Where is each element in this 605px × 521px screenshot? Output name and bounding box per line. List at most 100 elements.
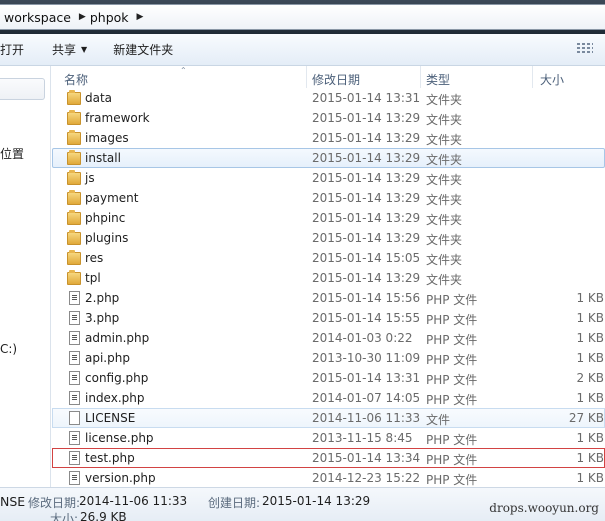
folder-icon (67, 230, 81, 245)
file-modified-date: 2015-01-14 13:31 (312, 371, 421, 385)
file-size: 2 KB (576, 371, 604, 385)
file-modified-date: 2015-01-14 13:29 (312, 231, 421, 245)
details-modified-label: 修改日期: (28, 496, 81, 510)
file-size: 1 KB (576, 311, 604, 325)
column-header-date[interactable]: 修改日期 (312, 71, 360, 88)
php-file-icon (69, 351, 80, 365)
file-row[interactable]: 2.php 2015-01-14 15:56 PHP 文件 1 KB (52, 288, 605, 308)
file-row[interactable]: install 2015-01-14 13:29 文件夹 (52, 148, 605, 168)
new-folder-button[interactable]: 新建文件夹 (95, 41, 181, 58)
file-row[interactable]: payment 2015-01-14 13:29 文件夹 (52, 188, 605, 208)
file-row[interactable]: version.php 2014-12-23 15:22 PHP 文件 1 KB (52, 468, 605, 488)
file-row[interactable]: res 2015-01-14 15:05 文件夹 (52, 248, 605, 268)
column-header-size[interactable]: 大小 (540, 71, 564, 88)
details-created-label: 创建日期: (208, 496, 261, 510)
file-row[interactable]: license.php 2013-11-15 8:45 PHP 文件 1 KB (52, 428, 605, 448)
column-divider[interactable] (306, 66, 307, 88)
file-row[interactable]: test.php 2015-01-14 13:34 PHP 文件 1 KB (52, 448, 605, 468)
file-type: PHP 文件 (426, 373, 478, 387)
share-button-label: 共享 (52, 43, 77, 57)
folder-icon (67, 110, 81, 125)
file-row[interactable]: config.php 2015-01-14 13:31 PHP 文件 2 KB (52, 368, 605, 388)
nav-item-drive-c[interactable]: C:) (0, 342, 17, 356)
file-size: 1 KB (576, 431, 604, 445)
file-name: 2.php (85, 291, 120, 305)
file-name: payment (85, 191, 139, 205)
column-divider[interactable] (532, 66, 533, 88)
php-file-icon (69, 391, 80, 405)
file-name: api.php (85, 351, 130, 365)
file-row[interactable]: index.php 2014-01-07 14:05 PHP 文件 1 KB (52, 388, 605, 408)
folder-icon (67, 90, 81, 105)
folder-icon (67, 270, 81, 285)
file-modified-date: 2015-01-14 15:56 (312, 291, 421, 305)
file-type: PHP 文件 (426, 433, 478, 447)
file-row[interactable]: phpinc 2015-01-14 13:29 文件夹 (52, 208, 605, 228)
breadcrumb-workspace[interactable]: workspace ▶ (2, 5, 88, 29)
file-modified-date: 2014-01-03 0:22 (312, 331, 413, 345)
file-type: 文件夹 (426, 253, 463, 267)
address-bar-frame: workspace ▶ phpok ▶ (0, 0, 605, 34)
file-modified-date: 2014-01-07 14:05 (312, 391, 421, 405)
file-name: index.php (85, 391, 145, 405)
file-name: plugins (85, 231, 129, 245)
php-file-icon (69, 371, 80, 385)
file-type: PHP 文件 (426, 453, 478, 467)
file-size: 1 KB (576, 351, 604, 365)
folder-icon (67, 150, 81, 165)
column-divider[interactable] (420, 66, 421, 88)
watermark: drops.wooyun.org (489, 501, 599, 515)
chevron-right-icon[interactable]: ▶ (137, 12, 144, 22)
file-name: version.php (85, 471, 156, 485)
details-modified-value: 2014-11-06 11:33 (79, 494, 188, 508)
file-name: js (85, 171, 95, 185)
new-folder-button-label: 新建文件夹 (113, 43, 174, 57)
details-pane: NSE 修改日期: 2014-11-06 11:33 创建日期: 2015-01… (0, 487, 605, 521)
file-name: 3.php (85, 311, 120, 325)
file-row[interactable]: 3.php 2015-01-14 15:55 PHP 文件 1 KB (52, 308, 605, 328)
file-type: 文件 (426, 413, 451, 427)
file-modified-date: 2015-01-14 13:29 (312, 211, 421, 225)
nav-item-locations[interactable]: 位置 (0, 145, 24, 162)
file-modified-date: 2015-01-14 13:29 (312, 131, 421, 145)
file-row[interactable]: api.php 2013-10-30 11:09 PHP 文件 1 KB (52, 348, 605, 368)
file-row[interactable]: js 2015-01-14 13:29 文件夹 (52, 168, 605, 188)
open-button[interactable]: 打开 (0, 41, 32, 58)
file-row[interactable]: framework 2015-01-14 13:29 文件夹 (52, 108, 605, 128)
share-button[interactable]: 共享 ▼ (32, 41, 95, 58)
file-name: framework (85, 111, 150, 125)
php-file-icon (69, 311, 80, 325)
file-list: data 2015-01-14 13:31 文件夹 framework 2015-01-… (52, 88, 605, 488)
chevron-right-icon[interactable]: ▶ (79, 12, 86, 22)
details-size-label: 大小: (50, 512, 79, 521)
file-modified-date: 2015-01-14 13:34 (312, 451, 421, 465)
open-button-label: 打开 (0, 43, 25, 57)
file-name: install (85, 151, 121, 165)
sort-ascending-icon: ⌃ (180, 66, 187, 75)
view-options-icon[interactable] (577, 43, 593, 55)
file-row[interactable]: images 2015-01-14 13:29 文件夹 (52, 128, 605, 148)
php-file-icon (69, 291, 80, 305)
file-type: PHP 文件 (426, 293, 478, 307)
address-bar[interactable]: workspace ▶ phpok ▶ (0, 4, 605, 30)
column-header-type[interactable]: 类型 (426, 71, 450, 88)
file-type: 文件夹 (426, 233, 463, 247)
file-modified-date: 2015-01-14 13:29 (312, 191, 421, 205)
file-modified-date: 2015-01-14 15:55 (312, 311, 421, 325)
file-modified-date: 2014-11-06 11:33 (312, 411, 421, 425)
folder-icon (67, 210, 81, 225)
file-row[interactable]: tpl 2015-01-14 13:29 文件夹 (52, 268, 605, 288)
file-row[interactable]: data 2015-01-14 13:31 文件夹 (52, 88, 605, 108)
column-header-name[interactable]: 名称 (64, 71, 88, 88)
nav-item-selected[interactable] (0, 78, 45, 100)
navigation-pane: 位置 C:) (0, 66, 51, 487)
file-row[interactable]: plugins 2015-01-14 13:29 文件夹 (52, 228, 605, 248)
breadcrumb-phpok[interactable]: phpok ▶ (88, 5, 146, 29)
file-row[interactable]: LICENSE 2014-11-06 11:33 文件 27 KB (52, 408, 605, 428)
file-type: PHP 文件 (426, 333, 478, 347)
file-size: 1 KB (576, 331, 604, 345)
file-size: 1 KB (576, 391, 604, 405)
file-modified-date: 2015-01-14 13:29 (312, 111, 421, 125)
file-size: 27 KB (568, 411, 604, 425)
file-row[interactable]: admin.php 2014-01-03 0:22 PHP 文件 1 KB (52, 328, 605, 348)
